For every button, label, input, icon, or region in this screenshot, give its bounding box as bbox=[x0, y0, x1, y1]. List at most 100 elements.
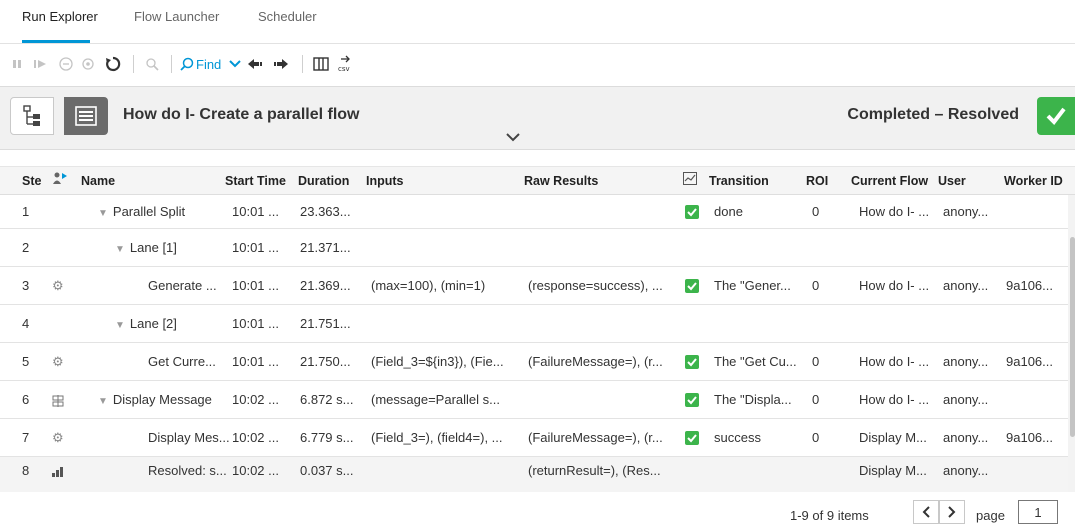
roi: 0 bbox=[812, 392, 820, 407]
tab-bar: Run Explorer Flow Launcher Scheduler bbox=[0, 0, 1075, 44]
duration: 6.872 s... bbox=[300, 392, 354, 407]
transition: The "Get Cu... bbox=[714, 354, 797, 369]
step-name: Display Mes... bbox=[148, 430, 230, 445]
start-time: 10:02 ... bbox=[232, 430, 279, 445]
resume-icon[interactable] bbox=[32, 54, 48, 74]
user: anony... bbox=[943, 278, 989, 293]
table-row[interactable]: 7 ⚙ Display Mes... 10:02 ... 6.779 s... … bbox=[0, 419, 1068, 457]
step-number: 1 bbox=[22, 204, 30, 219]
toolbar-divider bbox=[302, 55, 303, 73]
check-icon bbox=[1037, 97, 1075, 135]
chevron-down-icon[interactable] bbox=[228, 54, 242, 74]
gear-icon: ⚙ bbox=[52, 278, 64, 293]
column-header-start-time[interactable]: Start Time bbox=[225, 167, 295, 195]
tree-view-button[interactable] bbox=[10, 97, 54, 135]
transition: success bbox=[714, 430, 761, 445]
duration: 21.371... bbox=[300, 240, 351, 255]
inputs: (max=100), (min=1) bbox=[371, 278, 486, 293]
find-next-icon[interactable] bbox=[271, 54, 289, 74]
pager-item-count: 1-9 of 9 items bbox=[790, 508, 869, 523]
current-flow: How do I- ... bbox=[859, 278, 930, 293]
table-row[interactable]: 5 ⚙ Get Curre... 10:01 ... 21.750... (Fi… bbox=[0, 343, 1068, 381]
pause-icon[interactable] bbox=[10, 54, 24, 74]
start-time: 10:01 ... bbox=[232, 278, 279, 293]
step-number: 4 bbox=[22, 316, 30, 331]
table-row[interactable]: 3 ⚙ Generate ... 10:01 ... 21.369... (ma… bbox=[0, 267, 1068, 305]
user: anony... bbox=[943, 204, 989, 219]
step-name: Generate ... bbox=[148, 278, 217, 293]
column-header-worker-id[interactable]: Worker ID bbox=[1004, 167, 1072, 195]
scrollbar-thumb[interactable] bbox=[1070, 237, 1075, 437]
step-number: 7 bbox=[22, 430, 30, 445]
raw-results: (FailureMessage=), (r... bbox=[528, 354, 663, 369]
column-header-type[interactable] bbox=[52, 167, 70, 195]
prev-page-button[interactable] bbox=[913, 500, 939, 524]
chevron-right-icon bbox=[948, 506, 956, 518]
raw-results: (returnResult=), (Res... bbox=[528, 463, 661, 478]
chevron-down-icon[interactable] bbox=[505, 131, 521, 143]
start-time: 10:01 ... bbox=[232, 354, 279, 369]
worker-id: 9a106... bbox=[1006, 354, 1053, 369]
subflow-icon bbox=[52, 381, 68, 419]
current-flow: How do I- ... bbox=[859, 204, 930, 219]
success-check-icon bbox=[685, 393, 699, 407]
inputs: (Field_3=), (field4=), ... bbox=[371, 430, 503, 445]
drill-down-icon[interactable] bbox=[143, 54, 161, 74]
step-number: 8 bbox=[22, 463, 30, 478]
table-row[interactable]: 2 ▼ Lane [1] 10:01 ... 21.371... bbox=[0, 229, 1068, 267]
table-row[interactable]: 8 Resolved: s... 10:02 ... 0.037 s... (r… bbox=[0, 457, 1068, 492]
duration: 0.037 s... bbox=[300, 463, 354, 478]
column-header-roi[interactable]: ROI bbox=[806, 167, 842, 195]
find-previous-icon[interactable] bbox=[247, 54, 265, 74]
current-flow: How do I- ... bbox=[859, 392, 930, 407]
run-status: Completed – Resolved bbox=[847, 106, 1019, 123]
column-header-inputs[interactable]: Inputs bbox=[366, 167, 506, 195]
step-name: Get Curre... bbox=[148, 354, 216, 369]
expand-triangle-icon[interactable]: ▼ bbox=[98, 396, 108, 407]
tab-scheduler[interactable]: Scheduler bbox=[258, 9, 317, 24]
tree-view-icon bbox=[23, 105, 40, 126]
status-column-icon bbox=[683, 172, 697, 185]
table-row[interactable]: 4 ▼ Lane [2] 10:01 ... 21.751... bbox=[0, 305, 1068, 343]
flow-run-header: How do I- Create a parallel flow Complet… bbox=[0, 86, 1075, 150]
cancel-icon[interactable] bbox=[58, 54, 74, 74]
expand-triangle-icon[interactable]: ▼ bbox=[98, 208, 108, 219]
tab-flow-launcher[interactable]: Flow Launcher bbox=[134, 9, 219, 24]
transition: The "Gener... bbox=[714, 278, 791, 293]
column-header-duration[interactable]: Duration bbox=[298, 167, 358, 195]
duration: 21.751... bbox=[300, 316, 351, 331]
page-number-input[interactable] bbox=[1018, 500, 1058, 524]
success-check-icon bbox=[685, 205, 699, 219]
step-number: 2 bbox=[22, 240, 30, 255]
table-row[interactable]: 6 ▼ Display Message 10:02 ... 6.872 s... … bbox=[0, 381, 1068, 419]
user: anony... bbox=[943, 354, 989, 369]
export-csv-icon[interactable]: csv bbox=[335, 54, 355, 74]
step-name: ▼ Lane [1] bbox=[115, 240, 177, 255]
find-button[interactable]: Find bbox=[196, 54, 226, 74]
column-header-raw-results[interactable]: Raw Results bbox=[524, 167, 674, 195]
next-page-button[interactable] bbox=[939, 500, 965, 524]
reassign-icon[interactable] bbox=[80, 54, 96, 74]
column-header-current-flow[interactable]: Current Flow bbox=[851, 167, 937, 195]
table-row[interactable]: 1 ▼ Parallel Split 10:01 ... 23.363... do… bbox=[0, 195, 1068, 229]
transition: The "Displa... bbox=[714, 392, 792, 407]
list-view-button[interactable] bbox=[64, 97, 108, 135]
column-header-name[interactable]: Name bbox=[81, 167, 211, 195]
chevron-left-icon bbox=[922, 506, 930, 518]
column-header-user[interactable]: User bbox=[938, 167, 993, 195]
step-name: Resolved: s... bbox=[148, 463, 227, 478]
expand-triangle-icon[interactable]: ▼ bbox=[115, 244, 125, 255]
column-header-step[interactable]: Ste bbox=[22, 167, 48, 195]
expand-triangle-icon[interactable]: ▼ bbox=[115, 320, 125, 331]
step-name: ▼ Display Message bbox=[98, 392, 212, 407]
column-header-transition[interactable]: Transition bbox=[709, 167, 799, 195]
toolbar-divider bbox=[133, 55, 134, 73]
tab-run-explorer[interactable]: Run Explorer bbox=[22, 9, 98, 24]
gear-icon: ⚙ bbox=[52, 354, 64, 369]
columns-icon[interactable] bbox=[312, 54, 330, 74]
refresh-icon[interactable] bbox=[104, 54, 122, 74]
success-check-icon bbox=[685, 355, 699, 369]
column-header-status[interactable] bbox=[683, 167, 701, 195]
start-time: 10:01 ... bbox=[232, 316, 279, 331]
inputs: (Field_3=${in3}), (Fie... bbox=[371, 354, 504, 369]
